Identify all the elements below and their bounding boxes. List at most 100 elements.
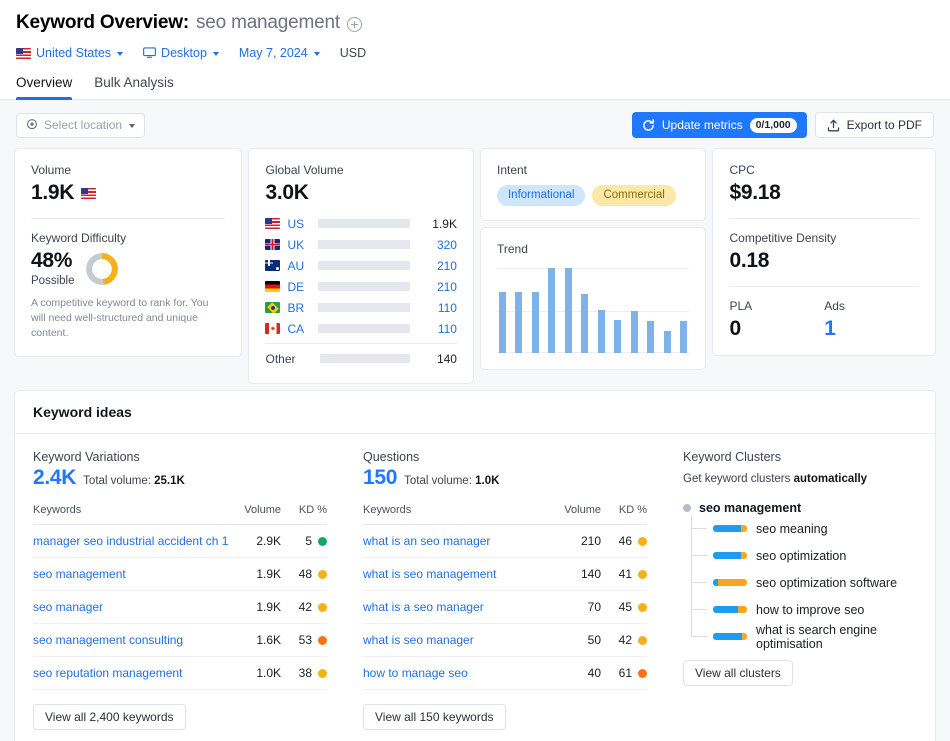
- table-row: what is a seo manager 70 45: [363, 590, 647, 624]
- clusters-subtitle-strong: automatically: [793, 473, 868, 485]
- currency-value: USD: [339, 46, 367, 60]
- global-volume-country-code: AU: [287, 258, 305, 273]
- keyword-link[interactable]: what is seo manager: [363, 633, 474, 647]
- global-volume-value-cell[interactable]: 110: [417, 301, 457, 315]
- update-metrics-button[interactable]: Update metrics 0/1,000: [631, 112, 807, 138]
- cluster-item[interactable]: seo optimization: [691, 542, 917, 569]
- keyword-link[interactable]: seo reputation management: [33, 666, 182, 680]
- keyword-variations-count[interactable]: 2.4K: [33, 466, 76, 490]
- global-volume-value-cell[interactable]: 210: [417, 280, 457, 294]
- cluster-item[interactable]: how to improve seo: [691, 596, 917, 623]
- trend-bar: [614, 319, 622, 353]
- global-volume-row: BR 110: [265, 297, 457, 318]
- kd-status-dot-icon: [638, 603, 647, 612]
- cluster-bar-blue: [713, 552, 741, 559]
- divider: [729, 286, 919, 287]
- keyword-variations-total: Total volume: 25.1K: [83, 475, 185, 487]
- cluster-item[interactable]: seo meaning: [691, 515, 917, 542]
- cluster-bar: [713, 552, 747, 559]
- global-volume-country-code: US: [287, 216, 305, 231]
- trend-bar: [581, 293, 589, 353]
- cpc-card: CPC $9.18 Competitive Density 0.18 PLA 0…: [712, 148, 936, 356]
- keyword-variations-table: Keywords Volume KD % manager seo industr…: [33, 504, 327, 690]
- global-volume-bar-track: [318, 261, 410, 270]
- global-volume-list: US 1.9K UK 320 AU 210 DE 210 BR 110 CA 110: [265, 213, 457, 339]
- metrics-grid: Volume 1.9K Keyword Difficulty 48% Possi…: [0, 148, 950, 384]
- cpc-block: CPC $9.18: [729, 163, 919, 205]
- cluster-root-label: seo management: [699, 501, 802, 515]
- cluster-item[interactable]: what is search engine optimisation: [691, 623, 917, 651]
- country-selector[interactable]: United States: [16, 46, 124, 60]
- cluster-bar-blue: [713, 633, 742, 640]
- trend-chart: [496, 268, 690, 353]
- view-all-variations-button[interactable]: View all 2,400 keywords: [33, 704, 186, 730]
- trend-bar: [564, 268, 572, 353]
- keyword-link[interactable]: what is seo management: [363, 567, 496, 581]
- view-all-clusters-button[interactable]: View all clusters: [683, 660, 793, 686]
- select-location-dropdown[interactable]: Select location: [16, 112, 146, 138]
- cluster-item-label: how to improve seo: [756, 602, 865, 617]
- volume-cell: 140: [549, 557, 601, 591]
- kd-cell: 45: [601, 590, 647, 624]
- global-volume-row: CA 110: [265, 318, 457, 339]
- table-row: how to manage seo 40 61: [363, 656, 647, 690]
- questions-count[interactable]: 150: [363, 466, 397, 490]
- trend-bar: [663, 330, 671, 353]
- table-row: seo manager 1.9K 42: [33, 590, 327, 624]
- table-header-row: Keywords Volume KD %: [33, 504, 327, 525]
- questions-summary: 150 Total volume: 1.0K: [363, 466, 647, 490]
- global-volume-value-cell[interactable]: 210: [417, 259, 457, 273]
- date-selector[interactable]: May 7, 2024: [239, 46, 320, 60]
- country-selector-label: United States: [36, 46, 112, 60]
- keyword-link[interactable]: seo management consulting: [33, 633, 183, 647]
- uk-flag-icon: [265, 239, 281, 250]
- action-bar: Select location Update metrics 0/1,000 E…: [0, 100, 950, 148]
- kd-status-dot-icon: [638, 636, 647, 645]
- table-row: what is an seo manager 210 46: [363, 524, 647, 558]
- chevron-down-icon: [129, 124, 136, 128]
- kd-cell: 5: [281, 524, 327, 558]
- currency-label: USD: [340, 46, 366, 60]
- view-all-questions-button[interactable]: View all 150 keywords: [363, 704, 506, 730]
- page-title-keyword: seo management: [195, 12, 340, 33]
- keyword-link[interactable]: seo manager: [33, 600, 103, 614]
- keyword-cell: what is a seo manager: [363, 590, 549, 624]
- keyword-clusters-title: Keyword Clusters: [683, 450, 781, 464]
- export-to-pdf-button[interactable]: Export to PDF: [814, 112, 934, 138]
- volume-cell: 1.6K: [229, 623, 281, 657]
- cluster-children: seo meaning seo optimization seo optimizat…: [691, 515, 917, 651]
- keyword-link[interactable]: manager seo industrial accident ch 1: [33, 534, 228, 548]
- cluster-item[interactable]: seo optimization software: [691, 569, 917, 596]
- volume-cell: 1.9K: [229, 557, 281, 591]
- tab-overview[interactable]: Overview: [16, 75, 73, 100]
- intent-badge-informational[interactable]: Informational: [496, 185, 586, 206]
- device-selector[interactable]: Desktop: [143, 46, 219, 60]
- select-location-label: Select location: [44, 118, 123, 132]
- tab-bulk-analysis[interactable]: Bulk Analysis: [94, 75, 174, 99]
- keyword-link[interactable]: how to manage seo: [363, 666, 468, 680]
- keyword-cell: what is seo management: [363, 557, 549, 591]
- divider: [265, 343, 457, 344]
- global-volume-value-cell: 140: [436, 351, 457, 366]
- ads-value[interactable]: 1: [824, 317, 919, 341]
- total-volume-value: 25.1K: [154, 475, 185, 487]
- volume-value-row: 1.9K: [31, 181, 225, 205]
- questions-section: Questions 150 Total volume: 1.0K Keyword…: [345, 434, 665, 730]
- intent-badge-commercial[interactable]: Commercial: [592, 185, 676, 206]
- add-keyword-icon[interactable]: [346, 16, 362, 32]
- page-header: Keyword Overview: seo management United …: [0, 0, 950, 100]
- keyword-cell: seo management consulting: [33, 623, 229, 657]
- competitive-density-label: Competitive Density: [729, 231, 837, 245]
- volume-label: Volume: [31, 163, 72, 177]
- keyword-link[interactable]: seo management: [33, 567, 126, 581]
- trend-bar: [531, 291, 539, 353]
- global-volume-value-cell[interactable]: 320: [417, 238, 457, 252]
- keyword-link[interactable]: what is a seo manager: [363, 600, 484, 614]
- global-volume-country-code: BR: [287, 300, 305, 315]
- br-flag-icon: [265, 302, 281, 313]
- questions-title: Questions: [363, 450, 420, 464]
- trend-bars: [497, 268, 690, 353]
- keyword-link[interactable]: what is an seo manager: [363, 534, 490, 548]
- global-volume-value-cell[interactable]: 110: [417, 322, 457, 336]
- keyword-clusters-subtitle: Get keyword clusters automatically: [683, 473, 917, 485]
